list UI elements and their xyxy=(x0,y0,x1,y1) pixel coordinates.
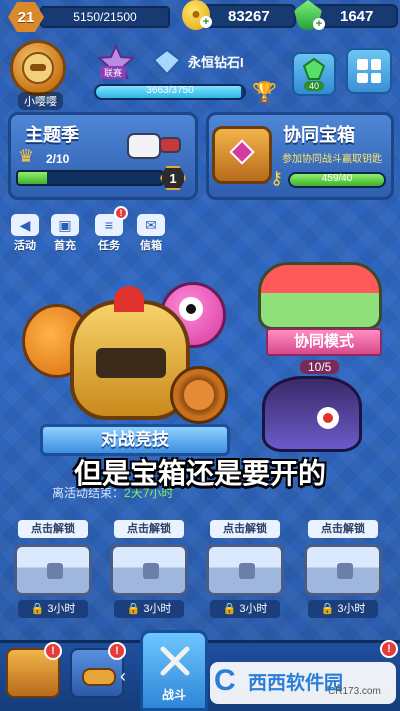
nav-alert-badge: ! xyxy=(380,640,398,658)
menu-tasks[interactable]: ≡ 任务 xyxy=(92,214,126,254)
menu-grid-button[interactable] xyxy=(346,48,392,94)
silver-chest-icon xyxy=(110,544,188,596)
grid-cell-icon xyxy=(370,72,381,83)
gift-icon: ▣ xyxy=(51,214,79,236)
coop-mode-button[interactable]: 协同模式 xyxy=(266,328,382,356)
chest-slot[interactable]: 点击解锁 🔒 3小时 xyxy=(10,514,98,624)
menu-first-charge[interactable]: ▣ 首充 xyxy=(48,214,82,254)
coin-icon: ● + xyxy=(182,0,212,30)
menu-tasks-label: 任务 xyxy=(98,240,120,252)
chest-timer: 🔒 3小时 xyxy=(18,600,88,618)
trophy-icon[interactable]: 🏆 xyxy=(252,80,277,105)
nav-battle-label: 战斗 xyxy=(161,688,186,702)
unlock-tag: 点击解锁 xyxy=(308,520,378,538)
grid-cell-icon xyxy=(370,59,381,70)
season-title: 主题季 xyxy=(25,125,79,145)
watermark-logo-icon: C xyxy=(214,664,236,697)
add-coins-icon[interactable]: + xyxy=(200,16,212,28)
watermark-sub: CR173.com xyxy=(328,686,381,697)
tasks-alert-badge: ! xyxy=(114,206,128,220)
season-level: 1 xyxy=(169,170,177,186)
gem-reward-count: 40 xyxy=(303,80,324,91)
chest-timer: 🔒 3小时 xyxy=(210,600,280,618)
video-subtitle: 但是宝箱还是要开的 xyxy=(73,458,326,489)
chest-timer: 🔒 3小时 xyxy=(114,600,184,618)
gem-icon xyxy=(303,57,325,80)
zombie-duo-character[interactable] xyxy=(258,262,382,330)
nav-shop-tab[interactable]: ! xyxy=(6,642,62,698)
unlock-tag: 点击解锁 xyxy=(18,520,88,538)
unlock-tag: 点击解锁 xyxy=(114,520,184,538)
coins-count: 83267 xyxy=(228,7,270,25)
chest-slot[interactable]: 点击解锁 🔒 3小时 xyxy=(202,514,290,624)
silver-chest-icon xyxy=(14,544,92,596)
treasure-chest-icon xyxy=(212,126,272,184)
key-count: 459/40 xyxy=(321,173,353,184)
helmet-icon xyxy=(22,52,54,84)
menu-activity[interactable]: ◀ 活动 xyxy=(8,214,42,254)
add-gems-icon[interactable]: + xyxy=(313,18,325,30)
cannon-icon xyxy=(82,668,116,686)
chest-timer-text: 3小时 xyxy=(239,603,268,615)
xp-bar: 5150/21500 xyxy=(40,6,170,28)
player-name: 小嘤嘤 xyxy=(18,92,63,110)
xp-text: 5150/21500 xyxy=(73,10,137,24)
rank-name: 永恒钻石I xyxy=(188,55,244,70)
league-label: 联赛 xyxy=(100,66,127,79)
key-icon: ⚷ xyxy=(270,168,284,188)
gems-count: 1647 xyxy=(340,7,374,25)
unlock-tag: 点击解锁 xyxy=(210,520,280,538)
mail-icon: ✉ xyxy=(137,214,165,236)
megaphone-icon: ◀ xyxy=(11,214,39,236)
menu-activity-label: 活动 xyxy=(14,240,36,252)
chest-timer-text: 3小时 xyxy=(337,603,366,615)
coop-chest-description: 参加协同战斗赢取钥匙 xyxy=(282,154,382,165)
gem-reward-button[interactable]: 40 xyxy=(292,52,336,96)
chest-timer-text: 3小时 xyxy=(143,603,172,615)
chest-slot[interactable]: 点击解锁 🔒 3小时 xyxy=(300,514,388,624)
lock-icon xyxy=(239,563,255,579)
crossed-swords-icon xyxy=(160,646,190,676)
season-progress-bar xyxy=(16,170,164,186)
nav-cards-tab[interactable]: ! xyxy=(70,642,126,698)
coop-mode-count: 10/5 xyxy=(300,360,340,374)
lock-icon xyxy=(143,563,159,579)
silver-chest-icon xyxy=(206,544,284,596)
avatar[interactable] xyxy=(10,40,66,96)
grid-cell-icon xyxy=(357,72,368,83)
coop-chest-title: 协同宝箱 xyxy=(283,125,355,145)
diamond-rank-icon xyxy=(152,48,182,76)
menu-mailbox-label: 信箱 xyxy=(140,240,162,252)
season-character-icon xyxy=(127,133,181,159)
chest-timer-text: 3小时 xyxy=(47,603,76,615)
season-progress-text: 2/10 xyxy=(46,152,70,166)
crown-icon: ♛ xyxy=(18,146,35,166)
site-watermark: C 西西软件园 CR173.com xyxy=(210,662,396,704)
lock-icon xyxy=(47,563,63,579)
chest-timer: 🔒 3小时 xyxy=(308,600,378,618)
silver-chest-icon xyxy=(304,544,382,596)
menu-mailbox[interactable]: ✉ 信箱 xyxy=(134,214,168,254)
grid-cell-icon xyxy=(357,59,368,70)
shield-icon xyxy=(170,366,228,424)
vampire-character xyxy=(262,376,362,452)
chest-slot[interactable]: 点击解锁 🔒 3小时 xyxy=(106,514,194,624)
lock-icon xyxy=(337,563,353,579)
season-progress-fill xyxy=(18,172,47,184)
shop-alert-badge: ! xyxy=(44,642,62,660)
player-level: 21 xyxy=(17,8,35,26)
menu-first-charge-label: 首充 xyxy=(54,240,76,252)
trophy-count: 3663/3750 xyxy=(146,85,194,96)
battle-arena-label: 对战竞技 xyxy=(101,430,169,449)
cards-alert-badge: ! xyxy=(108,642,126,660)
coop-mode-label: 协同模式 xyxy=(293,333,354,350)
chevron-left-icon[interactable]: ‹ xyxy=(120,666,126,687)
